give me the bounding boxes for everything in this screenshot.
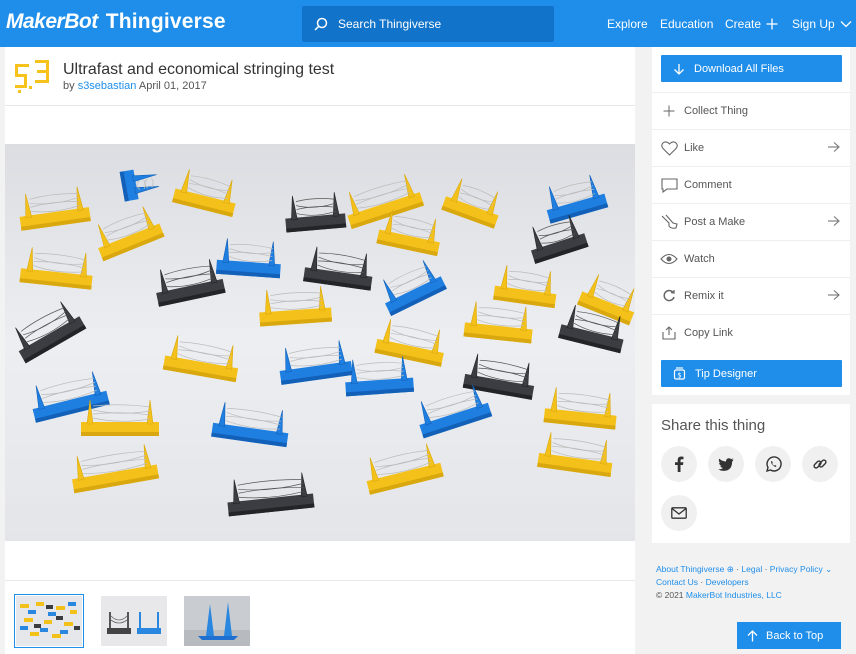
collect-thing-label: Collect Thing [684, 105, 748, 117]
twitter-share-button[interactable] [708, 446, 744, 482]
header-divider [5, 105, 635, 106]
company-link[interactable]: MakerBot Industries, LLC [686, 590, 782, 600]
envelope-icon [671, 507, 687, 519]
author-link[interactable]: s3sebastian [78, 80, 137, 92]
back-to-top-label: Back to Top [766, 629, 824, 642]
download-all-files-label: Download All Files [694, 62, 784, 75]
footer-links: About Thingiverse ⊕ · Legal · Privacy Po… [656, 564, 833, 600]
arrow-right-icon [828, 142, 840, 152]
tip-jar-icon: $ [673, 367, 686, 380]
back-to-top-button[interactable]: Back to Top [737, 622, 841, 649]
by-label: by [63, 80, 75, 92]
heart-icon [660, 139, 678, 157]
thing-main-panel: Ultrafast and economical stringing test … [5, 47, 635, 654]
comment-icon [660, 176, 678, 194]
publish-date: April 01, 2017 [138, 80, 207, 92]
email-share-button[interactable] [661, 495, 697, 531]
nav-create-label: Create [725, 17, 762, 31]
thing-meta: by s3sebastian April 01, 2017 [63, 80, 207, 92]
post-a-make-label: Post a Make [684, 216, 746, 228]
whatsapp-icon [765, 455, 782, 472]
tip-designer-button[interactable]: $ Tip Designer [661, 360, 842, 387]
logo-makerbot-text: MakerBot [6, 10, 98, 33]
download-icon [674, 63, 684, 75]
main-photo[interactable] [5, 144, 635, 541]
copyright-text: © 2021 [656, 590, 684, 600]
thumbnail-3[interactable] [184, 596, 250, 646]
search-box[interactable] [302, 6, 554, 42]
twitter-icon [718, 457, 734, 471]
collect-thing-action[interactable]: Collect Thing [652, 92, 850, 129]
search-icon [314, 17, 328, 31]
post-a-make-action[interactable]: Post a Make [652, 203, 850, 240]
watch-action[interactable]: Watch [652, 240, 850, 277]
thumbnail-1[interactable] [14, 594, 84, 648]
tip-designer-label: Tip Designer [695, 367, 757, 380]
whatsapp-share-button[interactable] [755, 446, 791, 482]
share-panel: Share this thing [652, 404, 850, 543]
like-action[interactable]: Like [652, 129, 850, 166]
thingiverse-logo[interactable]: MakerBot Thingiverse [6, 10, 226, 36]
eye-icon [660, 250, 678, 268]
arrow-right-icon [828, 290, 840, 300]
plus-icon [766, 18, 778, 30]
copy-link-label: Copy Link [684, 327, 733, 339]
download-all-files-button[interactable]: Download All Files [661, 55, 842, 82]
contact-link[interactable]: Contact Us [656, 577, 698, 587]
nav-signup-label: Sign Up [792, 17, 835, 31]
about-globe-icon: ⊕ [726, 564, 734, 574]
stringing-test-photo [5, 144, 635, 541]
link-icon [813, 459, 827, 469]
nav-create[interactable]: Create [725, 17, 778, 31]
plus-icon [660, 102, 678, 120]
logo-thingiverse-text: Thingiverse [105, 10, 226, 33]
arrow-up-icon [747, 629, 758, 641]
copy-link-action[interactable]: Copy Link [652, 314, 850, 351]
watch-label: Watch [684, 253, 715, 265]
comment-label: Comment [684, 179, 732, 191]
actions-sidebar: Download All Files Collect Thing Like Co… [652, 47, 850, 395]
chevron-down-icon: ⌄ [825, 564, 833, 574]
share-title: Share this thing [661, 417, 766, 434]
designer-avatar[interactable] [13, 58, 53, 96]
copy-link-share-button[interactable] [802, 446, 838, 482]
remix-label: Remix it [684, 290, 724, 302]
top-navigation-bar: MakerBot Thingiverse Explore Education C… [0, 0, 856, 47]
thing-title: Ultrafast and economical stringing test [63, 61, 335, 78]
comment-action[interactable]: Comment [652, 166, 850, 203]
search-input[interactable] [336, 16, 540, 32]
nav-signup[interactable]: Sign Up [792, 17, 852, 31]
facebook-share-button[interactable] [661, 446, 697, 482]
arrow-right-icon [828, 216, 840, 226]
thumbnail-2[interactable] [101, 596, 167, 646]
about-link[interactable]: About Thingiverse [656, 564, 724, 574]
thumbnail-strip [5, 580, 635, 654]
developers-link[interactable]: Developers [706, 577, 749, 587]
nav-explore[interactable]: Explore [607, 17, 648, 31]
nav-education[interactable]: Education [660, 17, 713, 31]
make-hand-icon [660, 213, 678, 231]
like-label: Like [684, 142, 705, 154]
remix-action[interactable]: Remix it [652, 277, 850, 314]
share-box-icon [660, 324, 678, 342]
privacy-link[interactable]: Privacy Policy [770, 564, 823, 574]
facebook-icon [675, 456, 684, 472]
svg-text:$: $ [677, 372, 681, 380]
chevron-down-icon [840, 21, 852, 28]
remix-icon [660, 287, 678, 305]
legal-link[interactable]: Legal [741, 564, 762, 574]
